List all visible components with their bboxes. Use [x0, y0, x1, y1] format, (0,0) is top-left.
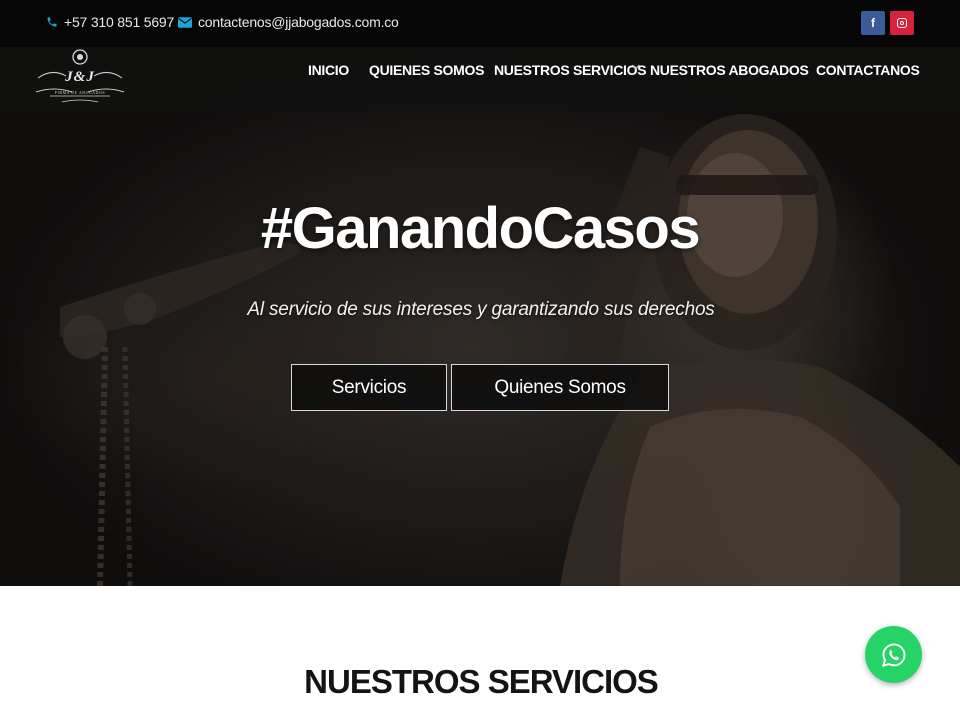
servicios-button[interactable]: Servicios	[291, 364, 447, 411]
top-contact-bar: +57 310 851 5697 contactenos@jjabogados.…	[0, 0, 960, 47]
quienes-somos-button[interactable]: Quienes Somos	[451, 364, 669, 411]
logo-subtitle: FIRMA DE ABOGADOS	[54, 90, 106, 95]
facebook-link[interactable]: f	[861, 11, 885, 35]
logo-text: J&J	[65, 69, 95, 85]
whatsapp-button[interactable]	[865, 626, 922, 683]
site-logo[interactable]: J&J FIRMA DE ABOGADOS	[32, 48, 128, 108]
phone-number: +57 310 851 5697	[64, 14, 175, 30]
hero-banner: J&J FIRMA DE ABOGADOS INICIO QUIENES SOM…	[0, 47, 960, 586]
nav-item-contactanos[interactable]: CONTACTANOS	[816, 62, 920, 78]
chevron-down-icon[interactable]	[632, 62, 640, 73]
email-contact[interactable]: contactenos@jjabogados.com.co	[178, 14, 399, 30]
services-section-title: NUESTROS SERVICIOS	[304, 663, 659, 700]
nav-item-nuestros-servicios[interactable]: NUESTROS SERVICIOS	[494, 62, 647, 78]
instagram-link[interactable]	[890, 11, 914, 35]
phone-contact[interactable]: +57 310 851 5697	[46, 14, 174, 30]
nav-item-nuestros-abogados[interactable]: NUESTROS ABOGADOS	[650, 62, 809, 78]
whatsapp-icon	[881, 642, 906, 667]
hero-subtitle: Al servicio de sus intereses y garantiza…	[247, 299, 715, 320]
hero-title: #GanandoCasos	[260, 196, 701, 261]
email-address: contactenos@jjabogados.com.co	[198, 14, 399, 30]
instagram-icon	[897, 18, 907, 28]
phone-icon	[46, 16, 58, 28]
nav-item-quienes-somos[interactable]: QUIENES SOMOS	[369, 62, 484, 78]
nav-item-inicio[interactable]: INICIO	[308, 62, 349, 78]
facebook-icon: f	[871, 16, 875, 30]
main-navbar: J&J FIRMA DE ABOGADOS INICIO QUIENES SOM…	[0, 47, 960, 113]
envelope-icon	[178, 16, 192, 28]
